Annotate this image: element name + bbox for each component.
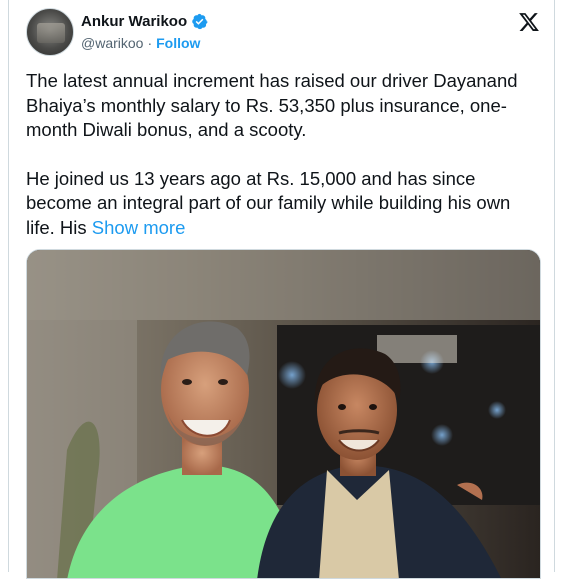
- show-more-link[interactable]: Show more: [92, 217, 186, 238]
- tweet-text: The latest annual increment has raised o…: [26, 69, 541, 240]
- tweet-paragraph-1: The latest annual increment has raised o…: [26, 70, 518, 140]
- tweet-card: Ankur Warikoo @warikoo · Follow The late…: [8, 0, 555, 579]
- tweet-photo[interactable]: [26, 249, 541, 579]
- verified-badge-icon: [192, 13, 208, 30]
- author-name-row: Ankur Warikoo: [81, 13, 208, 30]
- author-name[interactable]: Ankur Warikoo: [81, 13, 187, 30]
- x-logo-icon[interactable]: [518, 11, 540, 33]
- author-handle[interactable]: @warikoo: [81, 35, 143, 51]
- avatar[interactable]: [26, 8, 74, 56]
- separator-dot: ·: [147, 35, 153, 51]
- tweet-paragraph-2: He joined us 13 years ago at Rs. 15,000 …: [26, 167, 541, 241]
- author-handle-row: @warikoo · Follow: [81, 35, 200, 51]
- follow-button[interactable]: Follow: [156, 35, 200, 51]
- photo-illustration: [27, 250, 540, 578]
